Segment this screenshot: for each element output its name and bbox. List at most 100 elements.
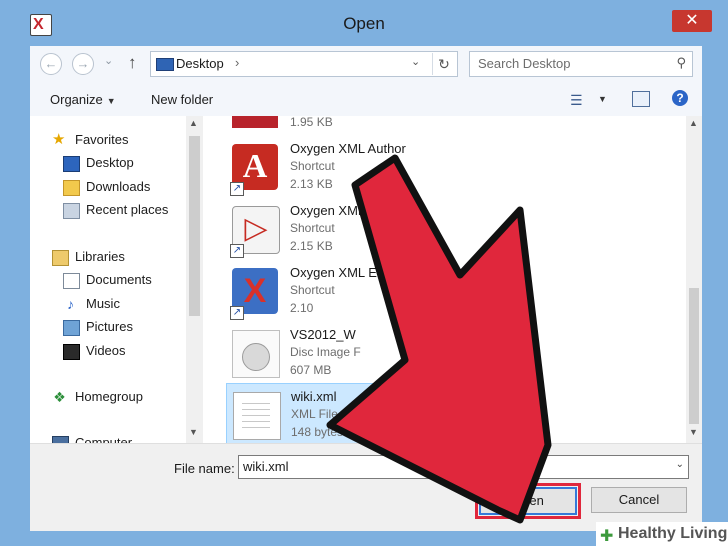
- scroll-up-icon[interactable]: ▲: [189, 118, 198, 128]
- file-type: Shortcut: [290, 221, 335, 235]
- file-name-label: File name:: [174, 461, 235, 476]
- nav-item-label: Recent places: [86, 202, 169, 217]
- nav-item-label: Videos: [86, 343, 126, 358]
- file-type-filter-value: All: [485, 459, 500, 474]
- help-icon[interactable]: ?: [672, 90, 688, 106]
- navigation-pane: ★ Favorites Desktop Downloads Recent pla…: [30, 116, 200, 443]
- change-view-icon[interactable]: ☰: [570, 92, 583, 109]
- shortcut-arrow-icon: ↗: [230, 182, 244, 196]
- desktop-folder-icon: [156, 58, 174, 71]
- xml-file-icon: [233, 392, 281, 440]
- file-size: 2.13 KB: [290, 177, 333, 191]
- leaf-icon: ✚: [600, 528, 614, 545]
- preview-pane-icon[interactable]: [632, 91, 650, 107]
- recent-locations-chevron-icon[interactable]: ⌄: [104, 54, 113, 67]
- file-name: VS2012_W: [290, 327, 356, 342]
- view-options-caret-icon[interactable]: ▼: [598, 94, 607, 104]
- filter-dropdown-icon[interactable]: ⌄: [676, 459, 684, 470]
- nav-item-label: Favorites: [75, 132, 129, 147]
- nav-item-label: Libraries: [75, 249, 125, 264]
- address-location[interactable]: Desktop: [176, 56, 224, 71]
- file-name-input[interactable]: [239, 456, 447, 476]
- file-size: 607 MB: [290, 363, 332, 377]
- nav-item-label: Desktop: [86, 155, 134, 170]
- file-type: Shortcut: [290, 159, 335, 173]
- nav-item-label: Music: [86, 296, 120, 311]
- nav-item-label: Pictures: [86, 319, 133, 334]
- watermark: ✚ Healthy Living: [596, 522, 728, 546]
- search-input[interactable]: Search Desktop ⚲: [469, 51, 693, 77]
- file-item[interactable]: ▷ ↗ Oxygen XML Shortcut 2.15 KB: [226, 198, 488, 258]
- dialog-title: Open: [343, 14, 385, 33]
- shortcut-arrow-icon: ↗: [230, 244, 244, 258]
- file-name: Oxygen XML: [290, 203, 366, 218]
- file-item[interactable]: 1.95 KB: [226, 116, 488, 134]
- file-type: XML File: [291, 407, 338, 421]
- forward-arrow-icon[interactable]: →: [72, 53, 94, 75]
- search-icon[interactable]: ⚲: [676, 55, 686, 71]
- pictures-icon: [63, 320, 80, 336]
- file-item[interactable]: VS2012_W Disc Image F 607 MB: [226, 322, 488, 382]
- file-name-dropdown-icon[interactable]: ⌄: [451, 459, 459, 470]
- file-size: 148 bytes: [291, 425, 344, 439]
- file-type: Disc Image F: [290, 345, 361, 359]
- disc-icon: [242, 343, 270, 371]
- address-dropdown-icon[interactable]: ⌄: [411, 55, 420, 68]
- breadcrumb-chevron-icon[interactable]: ›: [235, 55, 239, 70]
- close-button[interactable]: ✕: [672, 10, 712, 32]
- music-note-icon: ♪: [67, 296, 74, 312]
- file-type-filter[interactable]: All ⌄: [479, 455, 689, 479]
- file-item[interactable]: A ↗ Oxygen XML Author Shortcut 2.13 KB: [226, 136, 488, 196]
- dialog-body: ★ Favorites Desktop Downloads Recent pla…: [30, 116, 702, 443]
- file-name: Oxygen XML Edito: [290, 265, 398, 280]
- address-bar[interactable]: Desktop › ⌄ ↻: [150, 51, 458, 77]
- libraries-icon: [52, 250, 69, 266]
- organize-button[interactable]: Organize ▼: [50, 92, 116, 107]
- downloads-folder-icon: [63, 180, 80, 196]
- scrollbar-thumb[interactable]: [689, 288, 699, 424]
- homegroup-icon: ❖: [53, 389, 66, 405]
- refresh-icon[interactable]: ↻: [432, 53, 455, 75]
- nav-item-label: Downloads: [86, 179, 151, 194]
- videos-icon: [63, 344, 80, 360]
- scrollbar-thumb[interactable]: [189, 136, 200, 316]
- search-placeholder: Search Desktop: [478, 56, 571, 71]
- recent-places-icon: [63, 203, 80, 219]
- scroll-down-icon[interactable]: ▼: [689, 427, 698, 437]
- file-type: Shortcut: [290, 283, 335, 297]
- file-list-scrollbar[interactable]: ▲ ▼: [686, 116, 702, 443]
- organize-label: Organize: [50, 92, 103, 107]
- file-item[interactable]: X ↗ Oxygen XML Edito Shortcut 2.10: [226, 260, 488, 320]
- file-name: Oxygen XML Author: [290, 141, 406, 156]
- navigation-scrollbar[interactable]: ▲ ▼: [186, 116, 203, 443]
- documents-icon: [63, 273, 80, 289]
- file-size: 2.10: [290, 301, 314, 315]
- dialog-footer: File name: ⌄ All ⌄ Open Cancel: [30, 443, 702, 531]
- nav-item-label: Homegroup: [75, 389, 143, 404]
- back-arrow-icon[interactable]: ←: [40, 53, 62, 75]
- file-name-field[interactable]: ⌄: [238, 455, 464, 479]
- computer-icon: [52, 436, 69, 443]
- shortcut-arrow-icon: ↗: [230, 306, 244, 320]
- organize-caret-icon: ▼: [106, 96, 116, 106]
- file-thumbnail: [232, 116, 278, 128]
- title-bar[interactable]: X Open ✕: [0, 0, 728, 48]
- open-button[interactable]: Open: [479, 487, 577, 515]
- up-arrow-icon[interactable]: ↑: [128, 53, 137, 73]
- nav-item-label: Computer: [75, 435, 133, 443]
- file-name: wiki.xml: [291, 389, 337, 404]
- file-item-selected[interactable]: wiki.xml XML File 148 bytes: [226, 383, 490, 443]
- watermark-text: Healthy Living: [618, 525, 728, 542]
- file-size: 2.15 KB: [290, 239, 333, 253]
- command-bar: Organize ▼ New folder ☰ ▼ ?: [30, 80, 702, 117]
- scroll-down-icon[interactable]: ▼: [189, 427, 198, 437]
- new-folder-button[interactable]: New folder: [151, 92, 213, 107]
- file-size: 1.95 KB: [290, 116, 333, 129]
- navigation-bar: ← → ⌄ ↑ Desktop › ⌄ ↻ Search Desktop ⚲: [30, 46, 702, 80]
- file-list: 1.95 KB A ↗ Oxygen XML Author Shortcut 2…: [220, 116, 686, 443]
- disc-image-icon: [232, 330, 280, 378]
- desktop-icon: [63, 156, 80, 172]
- cancel-button[interactable]: Cancel: [591, 487, 687, 513]
- open-dialog: X Open ✕ ← → ⌄ ↑ Desktop › ⌄ ↻ Search De…: [0, 0, 728, 546]
- scroll-up-icon[interactable]: ▲: [689, 118, 698, 128]
